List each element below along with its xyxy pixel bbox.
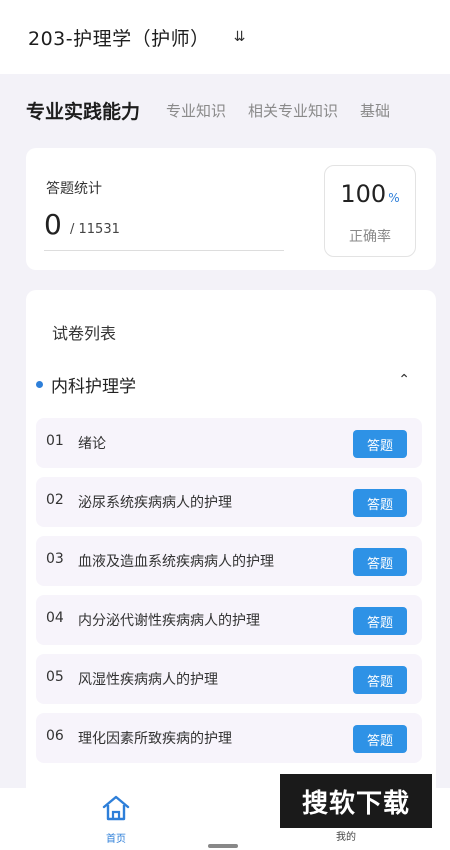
accuracy-box: 100% 正确率 — [324, 165, 416, 257]
double-chevron-down-icon[interactable]: ⇊ — [234, 29, 246, 45]
item-title: 内分泌代谢性疾病病人的护理 — [78, 613, 260, 629]
tab-professional-knowledge[interactable]: 专业知识 — [166, 100, 226, 121]
answer-button[interactable]: 答题 — [353, 548, 407, 576]
stats-divider — [44, 250, 284, 251]
tab-professional-practice[interactable]: 专业实践能力 — [26, 97, 140, 124]
accuracy-value: 100% — [325, 180, 415, 208]
paper-list-title: 试卷列表 — [52, 324, 117, 343]
answer-button[interactable]: 答题 — [353, 489, 407, 517]
item-title: 风湿性疾病病人的护理 — [78, 672, 218, 688]
answer-button[interactable]: 答题 — [353, 607, 407, 635]
item-title: 血液及造血系统疾病病人的护理 — [78, 554, 274, 570]
tab-basics[interactable]: 基础 — [360, 100, 390, 121]
list-item[interactable]: 02 泌尿系统疾病病人的护理 答题 — [36, 477, 422, 527]
nav-home-label: 首页 — [106, 834, 126, 845]
list-item[interactable]: 01 绪论 答题 — [36, 418, 422, 468]
list-item[interactable]: 04 内分泌代谢性疾病病人的护理 答题 — [36, 595, 422, 645]
app-header: 203-护理学（护师） ⇊ — [0, 0, 450, 74]
section-internal-medicine-nursing[interactable]: 内科护理学 ⌃ — [36, 372, 416, 397]
item-index: 04 — [46, 610, 64, 626]
nav-home[interactable]: 首页 — [96, 792, 136, 845]
list-item[interactable]: 06 理化因素所致疾病的护理 答题 — [36, 713, 422, 763]
answered-count: 0 — [44, 208, 62, 241]
item-title: 泌尿系统疾病病人的护理 — [78, 495, 232, 511]
total-count: / 11531 — [70, 222, 120, 237]
list-item[interactable]: 05 风湿性疾病病人的护理 答题 — [36, 654, 422, 704]
accuracy-unit: % — [388, 191, 400, 205]
section-dot — [36, 380, 43, 388]
chevron-up-icon[interactable]: ⌃ — [398, 372, 410, 388]
answer-stats-card: 答题统计 0 / 11531 100% 正确率 — [26, 148, 436, 270]
item-index: 01 — [46, 433, 64, 449]
home-indicator — [208, 844, 238, 848]
paper-list-card: 试卷列表 内科护理学 ⌃ 01 绪论 答题 02 泌尿系统疾病病人的护理 答题 … — [26, 290, 436, 850]
section-name: 内科护理学 — [51, 376, 136, 397]
list-item[interactable]: 03 血液及造血系统疾病病人的护理 答题 — [36, 536, 422, 586]
item-title: 绪论 — [78, 436, 106, 452]
answer-button[interactable]: 答题 — [353, 430, 407, 458]
item-index: 05 — [46, 669, 64, 685]
item-index: 03 — [46, 551, 64, 567]
stats-label: 答题统计 — [46, 181, 102, 197]
watermark-logo: 搜软下载 — [280, 774, 432, 828]
subject-tabs: 专业实践能力 专业知识 相关专业知识 基础 — [0, 90, 450, 130]
nav-mine-label: 我的 — [336, 832, 356, 843]
answer-button[interactable]: 答题 — [353, 666, 407, 694]
home-icon — [102, 795, 130, 821]
accuracy-number: 100 — [340, 180, 387, 208]
item-index: 06 — [46, 728, 64, 744]
nav-mine[interactable]: 我的 — [326, 828, 366, 843]
accuracy-label: 正确率 — [349, 229, 391, 245]
exam-title[interactable]: 203-护理学（护师） — [28, 24, 210, 51]
item-title: 理化因素所致疾病的护理 — [78, 731, 232, 747]
tab-related-knowledge[interactable]: 相关专业知识 — [248, 100, 338, 121]
item-index: 02 — [46, 492, 64, 508]
answer-button[interactable]: 答题 — [353, 725, 407, 753]
